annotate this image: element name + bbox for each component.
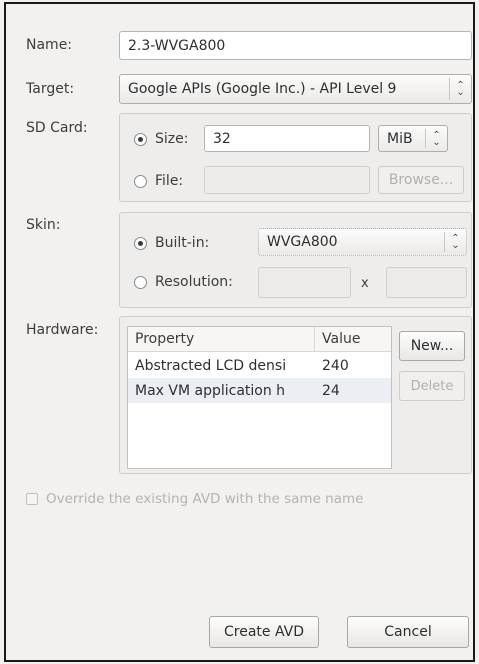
cancel-button[interactable]: Cancel [347,616,469,648]
name-label: Name: [26,37,73,53]
override-checkbox-label: Override the existing AVD with the same … [46,491,364,507]
builtin-radio-label: Built-in: [155,235,210,251]
create-avd-dialog: Name: 2.3-WVGA800 Target: Google APIs (G… [4,2,475,662]
radio-unchecked-icon [134,174,147,188]
size-radio[interactable]: Size: [134,131,188,147]
resolution-height-input[interactable] [386,267,467,298]
radio-checked-icon [134,132,147,146]
target-label: Target: [26,81,75,97]
file-radio[interactable]: File: [134,173,183,189]
table-row[interactable]: Max VM application h 24 [128,378,391,403]
override-checkbox[interactable]: Override the existing AVD with the same … [26,491,363,507]
value-cell: 24 [322,382,340,399]
size-unit-select[interactable]: MiB ⌃ ⌄ [378,125,448,152]
name-field[interactable]: 2.3-WVGA800 [119,31,472,60]
file-input[interactable] [204,166,370,194]
chevron-up-down-icon: ⌃ ⌄ [449,78,471,100]
skin-label: Skin: [26,217,61,233]
skin-group: Built-in: WVGA800 ⌃ ⌄ Resolution: x [119,212,472,308]
file-radio-label: File: [155,173,184,189]
sdcard-group: Size: 32 MiB ⌃ ⌄ File: Browse... [119,113,472,202]
browse-button[interactable]: Browse... [378,166,464,194]
chevron-up-down-icon: ⌃ ⌄ [425,129,447,148]
column-header-value[interactable]: Value [315,327,391,352]
resolution-width-input[interactable] [258,267,351,298]
resolution-radio-label: Resolution: [155,274,233,290]
resolution-x-label: x [361,276,369,291]
delete-property-button[interactable]: Delete [399,371,465,401]
hardware-table[interactable]: Property Value Abstracted LCD densi 240 … [127,326,392,469]
table-row[interactable]: Abstracted LCD densi 240 [128,353,391,378]
builtin-skin-select[interactable]: WVGA800 ⌃ ⌄ [258,228,467,256]
radio-unchecked-icon [134,275,147,289]
resolution-radio[interactable]: Resolution: [134,274,233,290]
sdcard-label: SD Card: [26,120,88,136]
size-radio-label: Size: [155,131,189,147]
new-property-button[interactable]: New... [399,331,465,361]
value-cell: 240 [322,357,349,374]
builtin-radio[interactable]: Built-in: [134,235,209,251]
create-avd-button[interactable]: Create AVD [209,616,319,648]
size-input[interactable]: 32 [204,125,370,152]
property-cell: Abstracted LCD densi [135,357,287,374]
checkbox-unchecked-icon [26,493,38,505]
column-header-property[interactable]: Property [128,327,315,352]
hardware-group: Property Value Abstracted LCD densi 240 … [119,316,472,474]
target-select-value: Google APIs (Google Inc.) - API Level 9 [128,81,397,97]
chevron-up-down-icon: ⌃ ⌄ [444,232,466,252]
radio-checked-icon [134,236,147,250]
property-cell: Max VM application h [135,382,286,399]
builtin-skin-value: WVGA800 [267,234,338,250]
hardware-label: Hardware: [26,322,99,338]
target-select[interactable]: Google APIs (Google Inc.) - API Level 9 … [119,74,472,104]
size-unit-value: MiB [387,130,413,147]
